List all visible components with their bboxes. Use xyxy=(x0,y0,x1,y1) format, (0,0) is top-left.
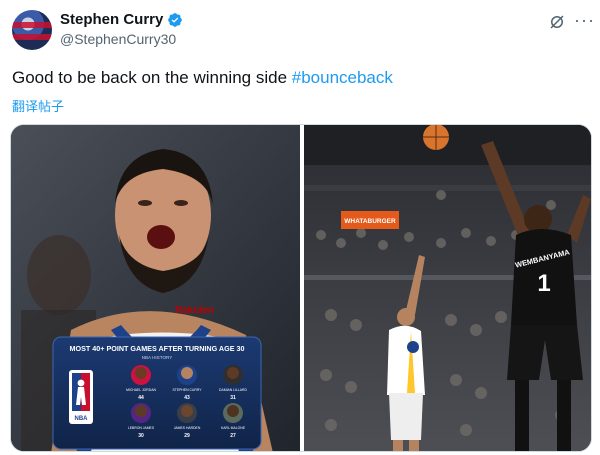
stats-graphic: MOST 40+ POINT GAMES AFTER TURNING AGE 3… xyxy=(52,336,262,450)
more-options-icon[interactable]: ··· xyxy=(574,11,595,29)
author-handle[interactable]: @StephenCurry30 xyxy=(60,31,176,47)
tweet-text: Good to be back on the winning side #bou… xyxy=(12,68,393,88)
player-name: MICHAEL JORDAN xyxy=(126,388,156,392)
nba-logo-text: NBA xyxy=(75,416,89,422)
jersey-sponsor: Rakuten xyxy=(175,305,214,316)
player-name: STEPHEN CURRY xyxy=(173,388,203,392)
player-value: 31 xyxy=(230,395,236,401)
graphic-subtitle: NBA HISTORY xyxy=(142,355,173,360)
author-name-row[interactable]: Stephen Curry xyxy=(60,11,183,28)
translate-link[interactable]: 翻译帖子 xyxy=(12,96,64,115)
verified-badge-icon xyxy=(168,12,183,27)
grok-icon[interactable] xyxy=(548,13,566,31)
media-grid[interactable]: Rakuten MOST 40+ POINT GAMES AFTER TURNI… xyxy=(10,124,592,452)
graphic-title: MOST 40+ POINT GAMES AFTER TURNING AGE 3… xyxy=(70,344,245,353)
right-photo[interactable]: WHATABURGER WEMBANYAMA 1 xyxy=(304,125,592,452)
player-name: LEBRON JAMES xyxy=(128,426,155,430)
player-name: JAMES HARDEN xyxy=(174,426,201,430)
player-value: 30 xyxy=(138,433,144,439)
left-photo[interactable]: Rakuten MOST 40+ POINT GAMES AFTER TURNI… xyxy=(11,125,300,452)
player-value: 43 xyxy=(184,395,190,401)
player-name: DAMIAN LILLARD xyxy=(219,388,247,392)
arena-banner-text: WHATABURGER xyxy=(344,218,396,225)
player-value: 44 xyxy=(138,395,144,401)
jersey-number: 1 xyxy=(537,270,550,297)
player-value: 27 xyxy=(230,433,236,439)
author-display-name[interactable]: Stephen Curry xyxy=(60,11,163,28)
hashtag-link[interactable]: #bounceback xyxy=(292,68,393,87)
media-divider xyxy=(300,125,304,451)
player-name: KARL MALONE xyxy=(221,426,246,430)
player-value: 29 xyxy=(184,433,190,439)
tweet-body: Good to be back on the winning side xyxy=(12,68,292,87)
avatar[interactable] xyxy=(12,10,52,50)
